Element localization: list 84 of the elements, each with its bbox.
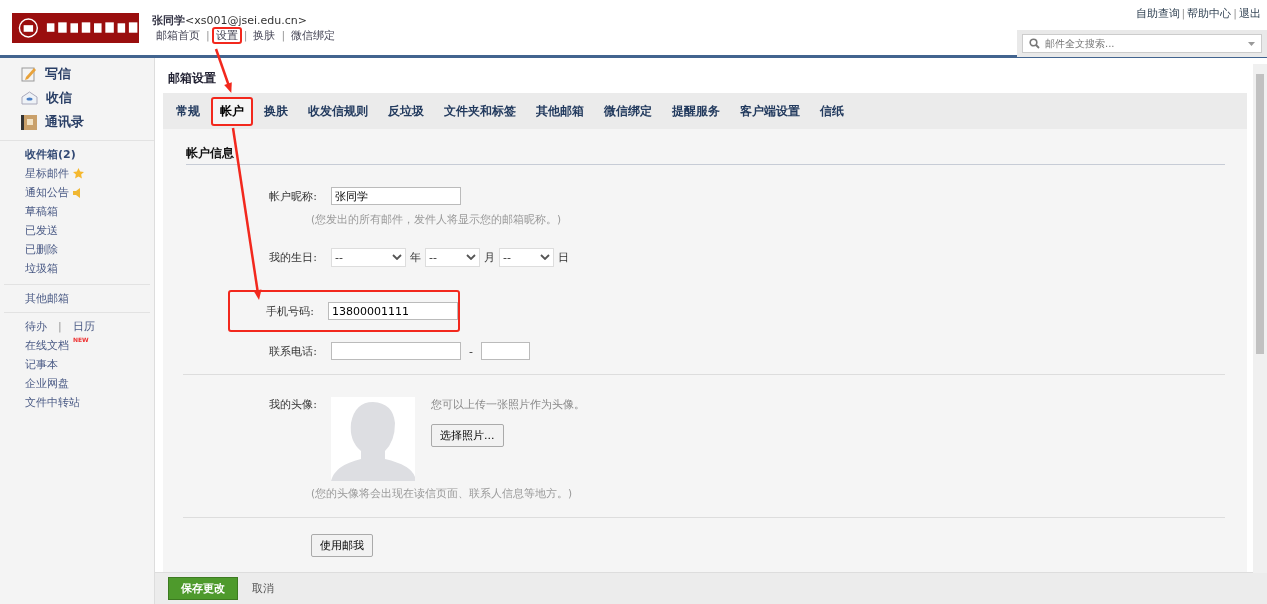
- address-book-icon: [21, 114, 37, 130]
- settings-tab[interactable]: 收发信规则: [299, 96, 377, 126]
- settings-tab[interactable]: 文件夹和标签: [435, 96, 525, 126]
- seal-icon: [18, 17, 39, 39]
- chevron-icon: [392, 254, 402, 260]
- tool-link[interactable]: 文件中转站: [25, 395, 80, 410]
- settings-tab[interactable]: 信纸: [811, 96, 853, 126]
- save-button[interactable]: 保存更改: [168, 577, 238, 600]
- folder-item[interactable]: 通知公告: [25, 183, 150, 202]
- settings-tab[interactable]: 换肤: [255, 96, 297, 126]
- separator-text: |: [1181, 7, 1186, 20]
- speaker-icon: [73, 187, 83, 198]
- section-title: 帐户信息: [186, 145, 1225, 165]
- chevron-icon: [466, 254, 476, 260]
- cancel-link[interactable]: 取消: [252, 581, 274, 596]
- search-icon: [1029, 38, 1040, 49]
- avatar-placeholder-icon: [331, 397, 415, 481]
- settings-tab[interactable]: 客户端设置: [731, 96, 809, 126]
- sidebar-action[interactable]: 通讯录: [21, 110, 154, 134]
- separator-text: |: [281, 29, 286, 42]
- hint-text: (您发出的所有邮件，发件人将显示您的邮箱昵称。): [311, 213, 563, 227]
- page-title: 邮箱设置: [168, 70, 217, 87]
- envelope-icon: [21, 91, 38, 105]
- separator-text: |: [1233, 7, 1237, 20]
- tool-link[interactable]: 在线文档: [25, 338, 69, 353]
- mobile-field[interactable]: 13800001111: [328, 302, 458, 320]
- folder-item[interactable]: 垃圾箱: [25, 259, 150, 278]
- settings-tab[interactable]: 提醒服务: [663, 96, 729, 126]
- pencil-icon: [21, 66, 37, 82]
- tool-link[interactable]: 待办: [25, 319, 47, 334]
- field-label: 我的生日:: [268, 249, 318, 265]
- dropdown-icon: [1248, 41, 1255, 46]
- separator-text: |: [58, 320, 62, 333]
- scrollbar[interactable]: [1253, 64, 1267, 573]
- folder-item[interactable]: 其他邮箱: [25, 289, 150, 308]
- separator-text: |: [243, 29, 248, 42]
- day-select[interactable]: --: [499, 247, 554, 267]
- unit-label: 日: [558, 249, 569, 265]
- school-logo[interactable]: [12, 13, 139, 43]
- folder-item[interactable]: 草稿箱: [25, 202, 150, 221]
- star-icon: [73, 168, 84, 179]
- top-link[interactable]: 退出: [1239, 7, 1261, 20]
- top-link[interactable]: 帮助中心: [1187, 7, 1232, 20]
- separator-text: -: [469, 344, 473, 358]
- unit-label: 年: [410, 249, 421, 265]
- tool-link[interactable]: 日历: [72, 319, 95, 334]
- folder-item[interactable]: 收件箱(2): [25, 145, 150, 164]
- user-name: 张同学: [152, 14, 185, 27]
- separator-text: |: [206, 29, 210, 42]
- nav-link[interactable]: 微信绑定: [287, 27, 340, 44]
- tool-link[interactable]: 记事本: [25, 357, 58, 372]
- unit-label: 月: [484, 249, 495, 265]
- sidebar-action[interactable]: 收信: [21, 86, 154, 110]
- folder-item[interactable]: 已删除: [25, 240, 150, 259]
- tool-link[interactable]: 企业网盘: [25, 376, 69, 391]
- field-label: 手机号码:: [265, 303, 315, 319]
- settings-tab[interactable]: 反垃圾: [379, 96, 433, 126]
- phone-field[interactable]: [331, 342, 461, 360]
- field-label: 帐户昵称:: [268, 188, 318, 204]
- search-box[interactable]: 邮件全文搜索...: [1022, 34, 1262, 53]
- sidebar-action[interactable]: 写信: [21, 62, 154, 86]
- top-link[interactable]: 自助查询: [1135, 7, 1180, 20]
- folder-item[interactable]: 已发送: [25, 221, 150, 240]
- user-email: <xs001@jsei.edu.cn>: [185, 14, 307, 27]
- field-label: 我的头像:: [268, 397, 318, 412]
- folder-item[interactable]: 星标邮件: [25, 164, 150, 183]
- year-select[interactable]: --: [331, 247, 406, 267]
- settings-tab[interactable]: 其他邮箱: [527, 96, 593, 126]
- nav-link[interactable]: 设置: [211, 27, 242, 44]
- settings-tab[interactable]: 微信绑定: [595, 96, 661, 126]
- nav-link[interactable]: 换肤: [249, 27, 280, 44]
- card-button[interactable]: 使用邮我: [311, 534, 373, 557]
- settings-tab[interactable]: 帐户: [211, 96, 253, 126]
- hint-text: 您可以上传一张照片作为头像。: [431, 397, 585, 412]
- nav-link[interactable]: 邮箱首页: [152, 27, 204, 44]
- hint-text: (您的头像将会出现在读信页面、联系人信息等地方。): [311, 487, 574, 501]
- settings-tab[interactable]: 常规: [167, 96, 209, 126]
- field-label: 联系电话:: [268, 343, 318, 359]
- annotation-arrow: [214, 48, 232, 93]
- choose-photo-button[interactable]: 选择照片...: [431, 424, 504, 447]
- nickname-field[interactable]: 张同学: [331, 187, 461, 205]
- extension-field[interactable]: [481, 342, 530, 360]
- chevron-icon: [540, 254, 550, 260]
- month-select[interactable]: --: [425, 247, 480, 267]
